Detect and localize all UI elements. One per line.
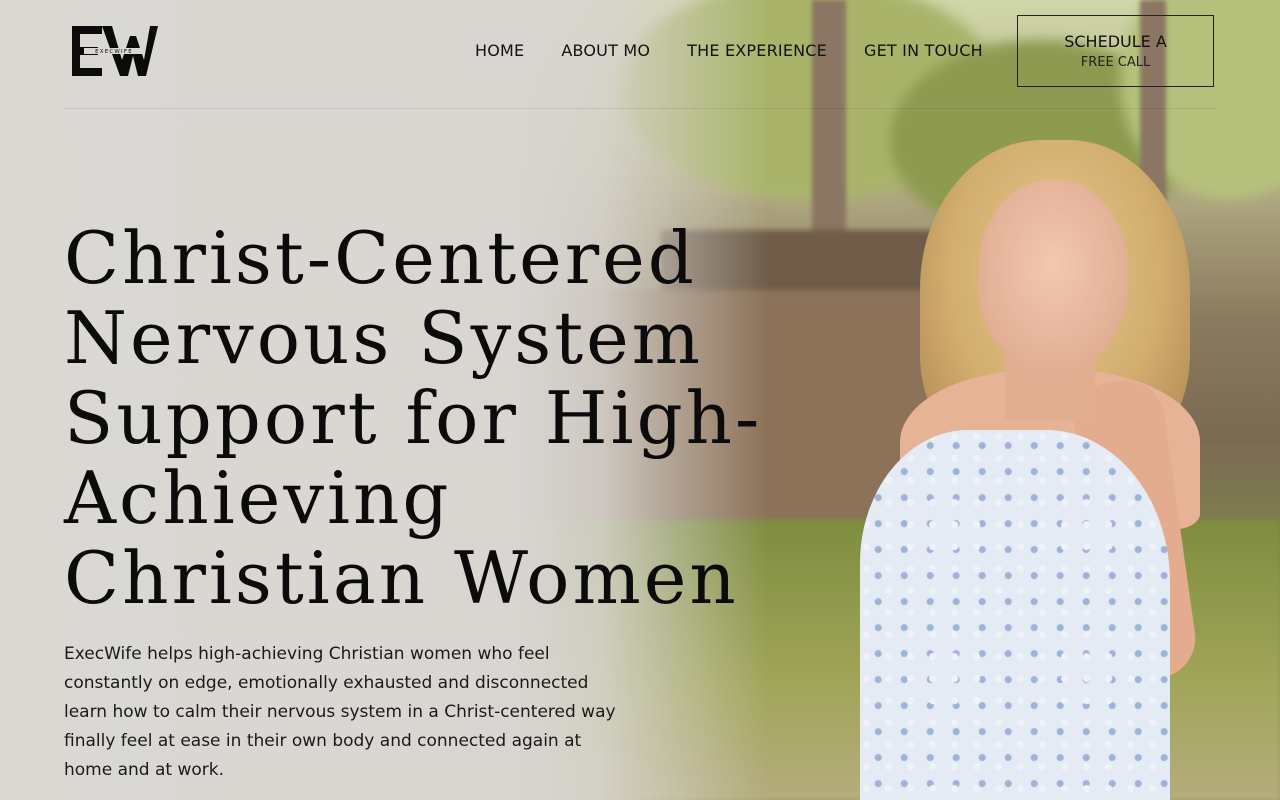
main-nav: HOME ABOUT MO THE EXPERIENCE GET IN TOUC… bbox=[475, 41, 983, 60]
nav-about-mo[interactable]: ABOUT MO bbox=[561, 41, 650, 60]
schedule-free-call-button[interactable]: SCHEDULE A FREE CALL bbox=[1017, 15, 1214, 87]
hero-section: Christ-Centered Nervous System Support f… bbox=[64, 218, 764, 785]
hero-headline: Christ-Centered Nervous System Support f… bbox=[64, 216, 763, 620]
site-header: EXECWIFE HOME ABOUT MO THE EXPERIENCE GE… bbox=[64, 0, 1216, 109]
hero-description: ExecWife helps high-achieving Christian … bbox=[64, 644, 616, 780]
cta-line-2: FREE CALL bbox=[1080, 55, 1151, 70]
cta-line-1: SCHEDULE A bbox=[1064, 32, 1167, 51]
svg-text:EXECWIFE: EXECWIFE bbox=[95, 49, 133, 55]
nav-get-in-touch[interactable]: GET IN TOUCH bbox=[864, 41, 983, 60]
nav-the-experience[interactable]: THE EXPERIENCE bbox=[687, 41, 827, 60]
nav-home[interactable]: HOME bbox=[475, 41, 524, 60]
execwife-logo[interactable]: EXECWIFE bbox=[72, 26, 158, 76]
execwife-logo-mark: EXECWIFE bbox=[72, 26, 158, 76]
